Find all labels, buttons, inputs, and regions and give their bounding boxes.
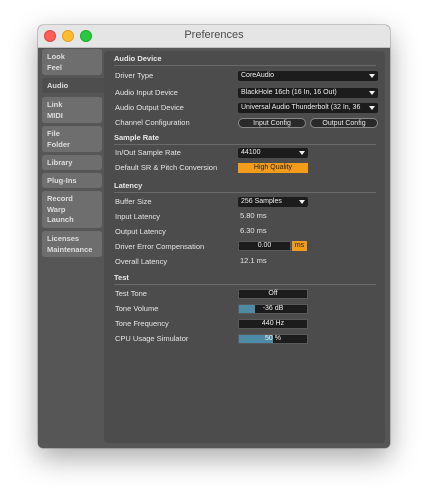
sr-pitch-conversion-toggle[interactable]: High Quality	[238, 163, 308, 173]
sample-rate-dropdown[interactable]: 44100	[238, 148, 308, 158]
audio-output-device-label: Audio Output Device	[115, 103, 184, 112]
tab-label: Feel	[47, 62, 63, 72]
audio-preferences-panel: Audio Device Driver Type CoreAudio Audio…	[104, 51, 385, 443]
chevron-down-icon	[369, 106, 375, 110]
section-heading-sample-rate: Sample Rate	[114, 133, 160, 142]
audio-input-device-label: Audio Input Device	[115, 88, 178, 97]
tab-licenses-maintenance[interactable]: Licenses Maintenance	[42, 231, 102, 257]
chevron-down-icon	[369, 91, 375, 95]
buffer-size-dropdown[interactable]: 256 Samples	[238, 197, 308, 207]
audio-input-device-dropdown[interactable]: BlackHole 16ch (16 In, 16 Out)	[238, 88, 378, 98]
section-heading-audio-device: Audio Device	[114, 54, 162, 63]
test-tone-toggle[interactable]: Off	[238, 289, 308, 299]
test-tone-label: Test Tone	[115, 289, 147, 298]
output-latency-label: Output Latency	[115, 227, 166, 236]
tone-volume-slider[interactable]: -36 dB	[238, 304, 308, 314]
tone-volume-label: Tone Volume	[115, 304, 159, 313]
tab-link-midi[interactable]: Link MIDI	[42, 97, 102, 123]
title-bar: Preferences	[38, 25, 390, 48]
section-divider	[114, 65, 376, 66]
cpu-usage-simulator-slider[interactable]: 50 %	[238, 334, 308, 344]
tab-label: Plug-Ins	[47, 176, 77, 185]
overall-latency-value: 12.1 ms	[240, 256, 267, 265]
chevron-down-icon	[369, 74, 375, 78]
tab-audio[interactable]: Audio	[42, 78, 106, 93]
tab-label: Audio	[47, 81, 69, 90]
input-latency-label: Input Latency	[115, 212, 161, 221]
compensation-unit-badge: ms	[292, 241, 307, 251]
cpu-usage-simulator-label: CPU Usage Simulator	[115, 334, 189, 343]
tab-label: Licenses	[47, 234, 80, 243]
section-divider	[114, 192, 376, 193]
tone-frequency-field[interactable]: 440 Hz	[238, 319, 308, 329]
overall-latency-label: Overall Latency	[115, 257, 168, 266]
tab-record-warp-launch[interactable]: Record Warp Launch	[42, 191, 102, 228]
input-config-button[interactable]: Input Config	[238, 118, 306, 128]
audio-output-device-value: Universal Audio Thunderbolt (32 In, 36	[241, 104, 361, 111]
chevron-down-icon	[299, 151, 305, 155]
input-latency-value: 5.80 ms	[240, 211, 267, 220]
channel-configuration-label: Channel Configuration	[115, 118, 190, 127]
output-latency-value: 6.30 ms	[240, 226, 267, 235]
tab-label: Library	[47, 158, 73, 167]
driver-error-compensation-label: Driver Error Compensation	[115, 242, 205, 251]
section-divider	[114, 284, 376, 285]
tab-label: Warp	[47, 204, 66, 214]
preferences-window: Preferences Look Feel Audio Link MIDI Fi…	[38, 25, 390, 448]
driver-type-value: CoreAudio	[241, 72, 275, 79]
tab-label: Launch	[47, 215, 74, 224]
sample-rate-label: In/Out Sample Rate	[115, 148, 181, 157]
audio-output-device-dropdown[interactable]: Universal Audio Thunderbolt (32 In, 36	[238, 103, 378, 113]
tab-label: File	[47, 129, 60, 138]
sr-pitch-conversion-label: Default SR & Pitch Conversion	[115, 163, 218, 172]
sample-rate-value: 44100	[241, 149, 261, 156]
tab-file-folder[interactable]: File Folder	[42, 126, 102, 152]
section-divider	[114, 144, 376, 145]
tab-label: Record	[47, 194, 73, 203]
audio-input-device-value: BlackHole 16ch (16 In, 16 Out)	[241, 89, 337, 96]
output-config-button[interactable]: Output Config	[310, 118, 378, 128]
driver-type-label: Driver Type	[115, 71, 154, 80]
section-heading-test: Test	[114, 273, 129, 282]
tone-frequency-label: Tone Frequency	[115, 319, 169, 328]
tab-library[interactable]: Library	[42, 155, 102, 170]
chevron-down-icon	[299, 200, 305, 204]
tab-look-feel[interactable]: Look Feel	[42, 49, 102, 75]
driver-error-compensation-field[interactable]: 0.00	[238, 241, 291, 251]
tab-label: Link	[47, 100, 63, 109]
driver-type-dropdown[interactable]: CoreAudio	[238, 71, 378, 81]
buffer-size-value: 256 Samples	[241, 198, 282, 205]
tab-plug-ins[interactable]: Plug-Ins	[42, 173, 102, 188]
tone-volume-value: -36 dB	[262, 305, 284, 312]
buffer-size-label: Buffer Size	[115, 197, 152, 206]
section-heading-latency: Latency	[114, 181, 143, 190]
tab-label: MIDI	[47, 110, 63, 120]
tab-label: Maintenance	[47, 244, 93, 254]
window-title: Preferences	[184, 29, 244, 41]
tab-label: Look	[47, 52, 65, 61]
cpu-usage-value: 50 %	[265, 335, 281, 342]
tab-label: Folder	[47, 139, 70, 149]
